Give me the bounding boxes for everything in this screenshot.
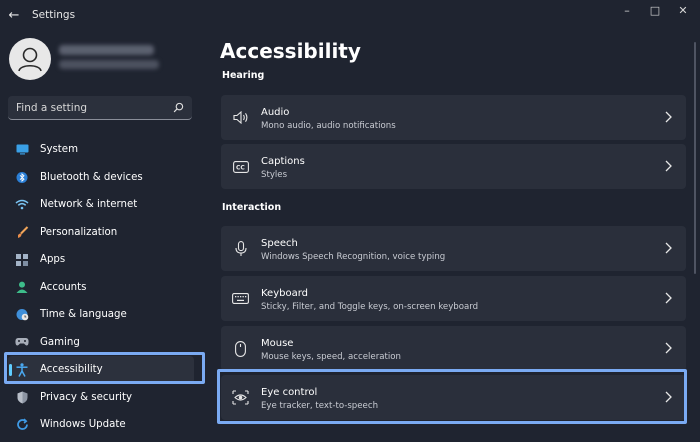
sidebar-item-label: Privacy & security [40,391,132,403]
card-audio[interactable]: Audio Mono audio, audio notifications [221,95,686,140]
sidebar-item-accounts[interactable]: Accounts [8,274,194,302]
card-title: Captions [261,156,305,167]
bluetooth-icon [15,170,29,184]
user-name-blurred [59,45,154,55]
selection-indicator [9,364,12,376]
card-subtitle: Windows Speech Recognition, voice typing [261,252,446,262]
chevron-right-icon [665,160,672,172]
apps-icon [15,253,29,267]
minimize-icon[interactable]: – [612,2,642,20]
search-icon[interactable] [173,102,184,113]
card-speech[interactable]: Speech Windows Speech Recognition, voice… [221,226,686,271]
card-mouse[interactable]: Mouse Mouse keys, speed, acceleration [221,326,686,371]
card-title: Mouse [261,338,294,349]
sidebar-item-label: Windows Update [40,419,126,431]
close-icon[interactable]: ✕ [668,2,698,20]
speaker-icon [232,109,249,126]
sidebar-item-label: Apps [40,254,66,266]
sidebar-item-personalization[interactable]: Personalization [8,219,194,247]
captions-icon: CC [232,158,249,175]
card-subtitle: Mono audio, audio notifications [261,121,396,131]
sidebar-item-label: Network & internet [40,199,138,211]
brush-icon [15,225,29,239]
app-title: Settings [32,9,76,21]
sidebar-item-label: System [40,144,78,156]
card-title: Eye control [261,387,318,398]
sidebar-item-privacy[interactable]: Privacy & security [8,384,194,412]
sidebar-item-label: Accessibility [40,364,103,376]
card-subtitle: Eye tracker, text-to-speech [261,401,379,411]
gamepad-icon [15,335,29,349]
avatar[interactable] [9,38,51,80]
mouse-icon [232,340,249,357]
sidebar-item-label: Time & language [40,309,127,321]
chevron-right-icon [665,292,672,304]
scrollbar-thumb[interactable] [694,42,696,274]
sidebar-item-windows-update[interactable]: Windows Update [8,411,194,439]
card-subtitle: Sticky, Filter, and Toggle keys, on-scre… [261,302,479,312]
sidebar-item-system[interactable]: System [8,136,194,164]
microphone-icon [232,240,249,257]
wifi-icon [15,198,29,212]
sidebar-item-gaming[interactable]: Gaming [8,329,194,357]
sidebar-item-label: Bluetooth & devices [40,171,143,183]
sidebar-item-time-language[interactable]: Time & language [8,301,194,329]
back-arrow-icon[interactable]: ← [6,8,22,24]
update-icon [15,418,29,432]
section-label-interaction: Interaction [222,202,282,213]
search-input[interactable] [8,96,168,119]
card-subtitle: Mouse keys, speed, acceleration [261,352,401,362]
sidebar-item-label: Gaming [40,336,80,348]
chevron-right-icon [665,242,672,254]
card-eye-control[interactable]: Eye control Eye tracker, text-to-speech [221,375,686,420]
card-title: Speech [261,238,298,249]
sidebar-item-network[interactable]: Network & internet [8,191,194,219]
search-box[interactable] [8,96,192,120]
keyboard-icon [232,290,249,307]
accessibility-icon [15,362,29,377]
sidebar-item-label: Personalization [40,226,118,238]
globe-clock-icon [15,308,29,322]
person-icon [15,280,29,294]
eye-control-icon [232,389,249,406]
card-subtitle: Styles [261,170,288,180]
user-silhouette-icon [18,47,42,72]
card-captions[interactable]: CC Captions Styles [221,144,686,189]
chevron-right-icon [665,342,672,354]
user-email-blurred [59,60,159,69]
section-label-hearing: Hearing [222,70,265,81]
card-keyboard[interactable]: Keyboard Sticky, Filter, and Toggle keys… [221,276,686,321]
sidebar-item-bluetooth[interactable]: Bluetooth & devices [8,164,194,192]
title-bar: ← Settings – □ ✕ [0,0,700,34]
monitor-icon [15,143,29,157]
page-title: Accessibility [220,39,361,63]
shield-icon [15,390,29,404]
chevron-right-icon [665,391,672,403]
card-title: Audio [261,107,290,118]
svg-text:CC: CC [236,164,245,171]
card-title: Keyboard [261,288,309,299]
sidebar-item-label: Accounts [40,281,87,293]
sidebar-nav: System Bluetooth & devices Network & int… [8,136,194,439]
sidebar-item-apps[interactable]: Apps [8,246,194,274]
sidebar-item-accessibility[interactable]: Accessibility [8,356,194,384]
maximize-icon[interactable]: □ [640,2,670,20]
chevron-right-icon [665,111,672,123]
